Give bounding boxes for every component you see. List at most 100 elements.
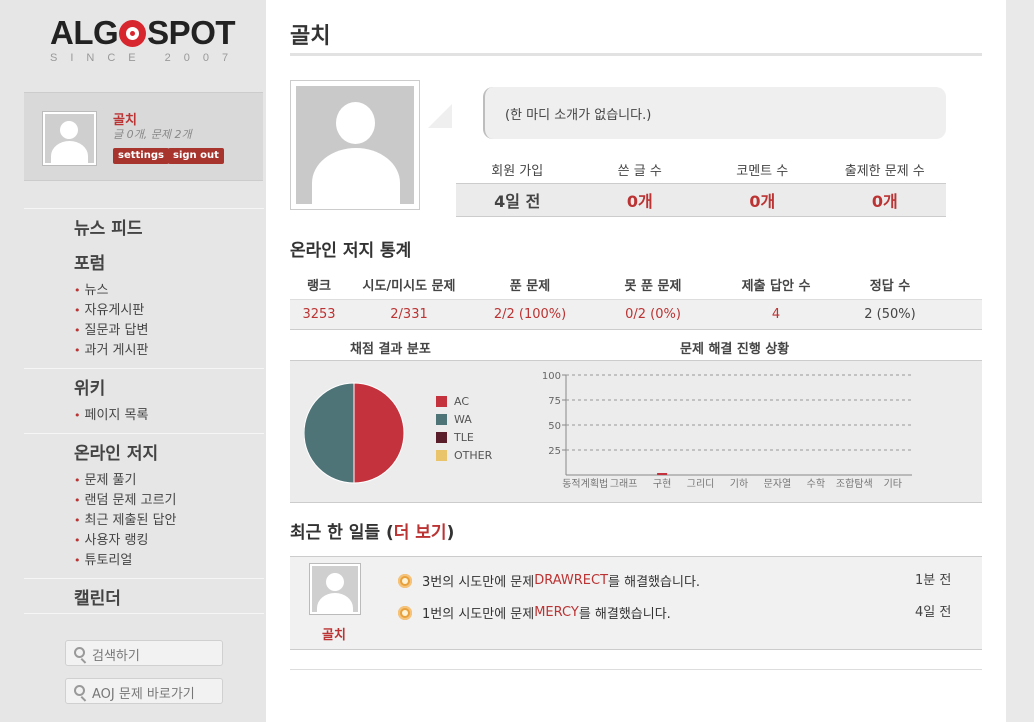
problem-link[interactable]: MERCY [534,605,579,620]
search-icon [74,685,85,696]
nav-item-recent-submissions[interactable]: 최근 제출된 답안 [74,509,177,528]
judge-value-rank[interactable]: 3253 [290,307,348,322]
judge-value-tried[interactable]: 2/331 [348,307,470,322]
judge-header-solved: 푼 문제 [509,279,551,294]
stat-header-comments: 코멘트 수 [736,163,789,179]
legend-swatch [436,432,447,443]
y-tick-label: 100 [542,371,561,382]
more-link[interactable]: 더 보기 [394,523,447,543]
bottom-divider [290,669,982,670]
pie-chart-title: 채점 결과 분포 [350,342,431,357]
avatar[interactable] [309,563,361,615]
legend-label: OTHER [454,449,493,462]
nav-item-solve[interactable]: 문제 풀기 [74,469,137,488]
legend-swatch [436,450,447,461]
avatar[interactable] [42,111,97,166]
title-divider [290,53,982,56]
pie-slice-ac [353,382,405,484]
judge-header-accepted: 정답 수 [869,279,911,294]
nav-online-judge[interactable]: 온라인 저지 [74,439,158,464]
aoj-placeholder: AOJ 문제 바로가기 [92,687,195,702]
logo-target-icon [119,19,147,47]
judge-value-unsolved[interactable]: 0/2 (0%) [590,307,716,322]
activity-text: 3번의 시도만에 문제 [422,575,535,590]
nav-divider [24,433,264,434]
y-tick-label: 25 [548,446,561,457]
judge-header-unsolved: 못 푼 문제 [624,279,682,294]
nav-divider [24,613,264,614]
nav-item-page-list[interactable]: 페이지 목록 [74,404,149,423]
bubble-pointer [428,104,452,128]
stat-value-problems[interactable]: 0개 [824,188,947,212]
nav-news-feed[interactable]: 뉴스 피드 [74,214,142,239]
legend-item-wa: WA [436,413,472,426]
page-title: 골치 [290,24,331,49]
x-tick-label: 조합탐색 [836,478,873,490]
recent-activity-box: 골치 3번의 시도만에 문제 DRAWRECT 를 해결했습니다. 1분 전 1번… [290,556,982,650]
recent-title-text: 최근 한 일들 ( [290,523,394,543]
x-tick-label: 수학 [807,478,825,490]
nav-item-news[interactable]: 뉴스 [74,279,109,298]
nav-item-random[interactable]: 랜덤 문제 고르기 [74,489,177,508]
main-content: 골치 (한 마디 소개가 없습니다.) 회원 가입 쓴 글 수 코멘트 수 출제… [266,0,1006,722]
x-tick-label: 문자열 [764,478,792,490]
judge-header-submissions: 제출 답안 수 [741,279,811,294]
legend-item-ac: AC [436,395,469,408]
problem-link[interactable]: DRAWRECT [534,573,608,588]
user-box: 골치 글 0개, 문제 2개 settings sign out [24,92,263,181]
user-stats: 글 0개, 문제 2개 [113,128,192,141]
legend-item-tle: TLE [436,431,474,444]
nav-divider [24,368,264,369]
intro-bubble: (한 마디 소개가 없습니다.) [483,87,946,139]
logo[interactable]: ALG SPOT SINCE 2007 [50,14,250,64]
profile-stats-table: 회원 가입 쓴 글 수 코멘트 수 출제한 문제 수 4일 전 0개 0개 0개 [456,155,946,217]
legend-item-other: OTHER [436,449,492,462]
pie-chart [304,382,405,484]
judge-header-rank: 랭크 [307,279,331,294]
judge-value-accepted: 2 (50%) [864,307,916,322]
judge-value-submissions[interactable]: 4 [716,307,836,322]
nav-item-qna[interactable]: 질문과 답변 [74,319,149,338]
judge-value-solved[interactable]: 2/2 (100%) [470,307,590,322]
y-tick-label: 75 [548,396,561,407]
x-tick-label: 그리디 [687,478,715,490]
aoj-problem-input[interactable]: AOJ 문제 바로가기 [65,678,223,704]
activity-item: 3번의 시도만에 문제 DRAWRECT 를 해결했습니다. [398,571,700,590]
x-tick-label: 기하 [730,477,748,490]
judge-header-tried: 시도/미시도 문제 [362,279,456,294]
nav-wiki[interactable]: 위키 [74,374,105,399]
nav-divider [24,578,264,579]
bar-chart: 25 50 75 100 동적계획법 그래프 구현 그리디 기하 문자열 수학 조합탐색 기타 [542,371,912,490]
x-tick-label: 기타 [884,478,902,490]
logo-text-right: SPOT [147,14,236,51]
sidebar: ALG SPOT SINCE 2007 골치 글 0개, 문제 2개 settin… [0,0,288,722]
y-tick-label: 50 [548,421,561,432]
judge-stats-table: 랭크 시도/미시도 문제 푼 문제 못 푼 문제 제출 답안 수 정답 수 32… [290,270,982,330]
settings-button[interactable]: settings [113,148,169,164]
stat-value-comments[interactable]: 0개 [701,188,824,212]
nav-item-old-board[interactable]: 과거 게시판 [74,339,149,358]
judge-stats-title: 온라인 저지 통계 [290,241,412,261]
activity-text: 를 해결했습니다. [578,607,671,622]
profile-picture [290,80,420,210]
stat-value-joined: 4일 전 [494,192,541,211]
activity-time: 4일 전 [915,605,952,620]
nav-forum[interactable]: 포럼 [74,249,105,274]
stat-value-posts[interactable]: 0개 [579,188,702,212]
nav-item-tutorial[interactable]: 튜토리얼 [74,549,133,568]
legend-label: WA [454,413,472,426]
recent-user-name[interactable]: 골치 [322,624,346,643]
search-input[interactable]: 검색하기 [65,640,223,666]
logo-text-left: ALG [50,14,119,51]
bar-2 [657,473,668,475]
nav-calendar[interactable]: 캘린더 [74,584,121,609]
sign-out-button[interactable]: sign out [168,148,224,164]
search-icon [74,647,85,658]
stat-header-joined: 회원 가입 [491,163,544,179]
x-tick-label: 그래프 [610,478,638,490]
nav-item-ranking[interactable]: 사용자 랭킹 [74,529,149,548]
legend-swatch [436,396,447,407]
bar-chart-title: 문제 해결 진행 상황 [680,342,790,357]
activity-text: 1번의 시도만에 문제 [422,607,535,622]
nav-item-free-board[interactable]: 자유게시판 [74,299,145,318]
